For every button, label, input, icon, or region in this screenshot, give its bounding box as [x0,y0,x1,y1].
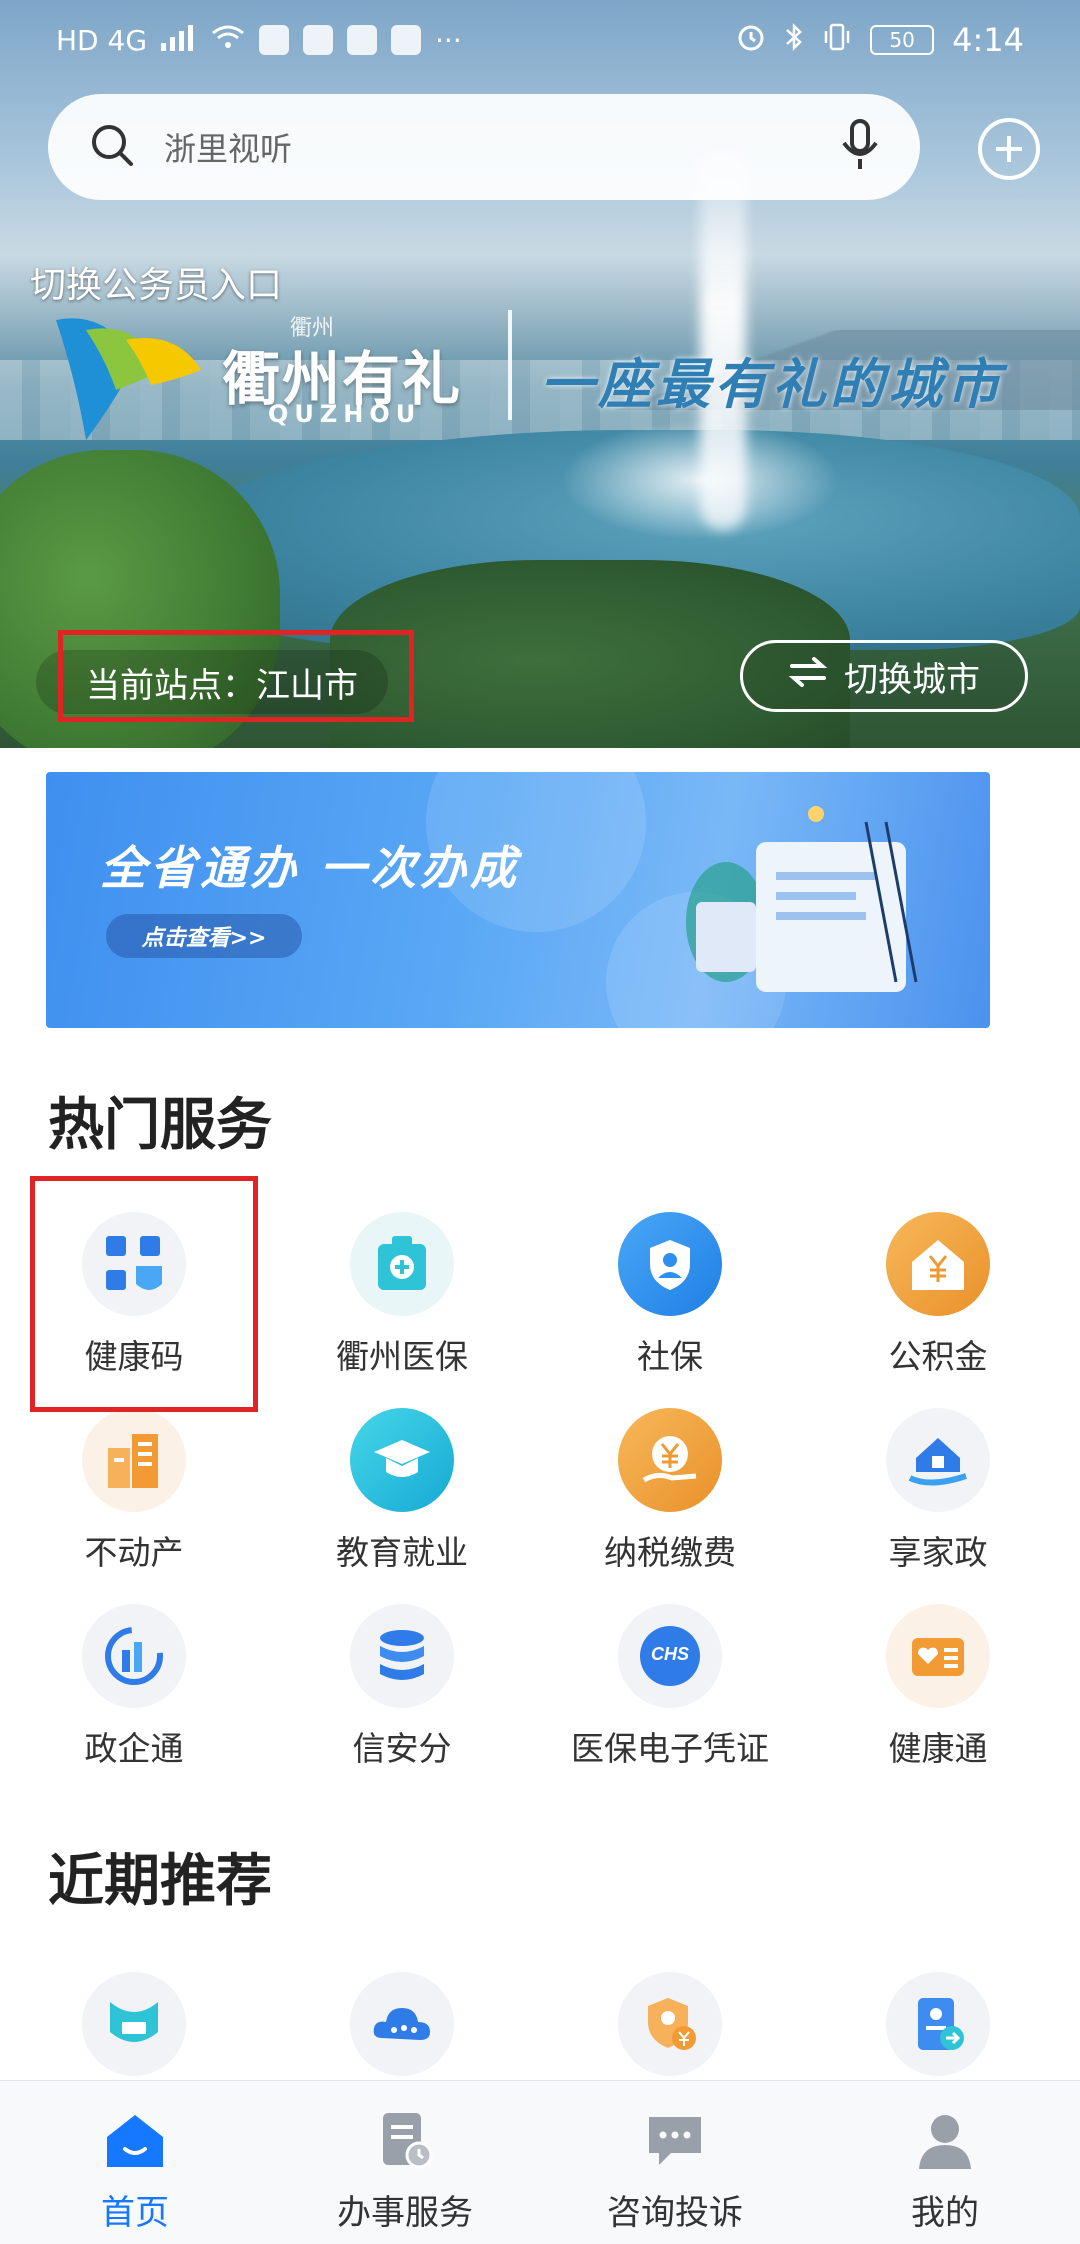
service-label: 不动产 [84,1533,184,1572]
service-tax-payment[interactable]: 纳税缴费 [550,1408,790,1574]
office-illustration-icon [666,802,966,1012]
service-social-security[interactable]: 社保 [550,1212,790,1378]
recommend-item[interactable] [818,1972,1058,2076]
tax-yuan-icon [618,1408,722,1512]
network-label: HD 4G [56,23,148,57]
service-credit-score[interactable]: 信安分 [282,1604,522,1770]
health-card-icon [886,1604,990,1708]
app-notification-icon [391,25,422,55]
service-label: 社保 [637,1337,703,1376]
app-notification-icon [303,25,334,55]
svg-text:CHS: CHS [651,1644,689,1664]
graduation-cap-icon [350,1408,454,1512]
status-bar: HD 4G ··· 50 4:14 [0,0,1080,80]
signal-icon [161,23,197,58]
add-icon[interactable] [978,118,1040,180]
shield-yuan-icon [618,1972,722,2076]
nav-home[interactable]: 首页 [0,2081,270,2244]
service-label: 信安分 [352,1729,452,1768]
annotation-box [58,630,414,722]
search-placeholder: 浙里视听 [164,130,293,168]
chat-icon [643,2109,707,2173]
logo-english-name: QUZHOU [268,400,422,428]
vibrate-icon [822,22,852,59]
promo-banner[interactable]: 全省通办 一次办成 点击查看>> [46,772,990,1028]
recommend-item[interactable] [14,1972,254,2076]
service-home-care[interactable]: 享家政 [818,1408,1058,1574]
banner-view-button[interactable]: 点击查看>> [106,914,302,958]
recommend-item[interactable] [282,1972,522,2076]
nav-consult[interactable]: 咨询投诉 [540,2081,810,2244]
service-education-employment[interactable]: 教育就业 [282,1408,522,1574]
more-notifications-icon: ··· [435,23,462,57]
switch-city-label: 切换城市 [844,659,980,700]
status-right: 50 4:14 [736,21,1024,59]
bottom-navigation: 首页 办事服务 咨询投诉 我的 [0,2080,1080,2244]
search-icon [88,121,136,173]
building-icon [82,1408,186,1512]
logo-divider [508,310,512,420]
service-gov-enterprise[interactable]: 政企通 [14,1604,254,1770]
nav-label: 首页 [101,2193,169,2233]
alarm-icon [736,22,766,59]
nav-label: 咨询投诉 [607,2193,743,2233]
bluetooth-icon [784,22,804,59]
service-label: 纳税缴费 [604,1533,736,1572]
recommend-item[interactable] [550,1972,790,2076]
status-left: HD 4G ··· [56,23,462,58]
service-quzhou-medical[interactable]: 衢州医保 [282,1212,522,1378]
service-label: 享家政 [888,1533,988,1572]
hot-services-title: 热门服务 [48,1093,272,1158]
search-bar[interactable]: 浙里视听 [48,94,920,200]
service-housing-fund[interactable]: 公积金 [818,1212,1058,1378]
nav-mine[interactable]: 我的 [810,2081,1080,2244]
service-real-estate[interactable]: 不动产 [14,1408,254,1574]
swap-arrows-icon [788,656,828,697]
service-label: 健康通 [888,1729,988,1768]
service-label: 教育就业 [336,1533,468,1572]
cloud-icon [350,1972,454,2076]
nav-services[interactable]: 办事服务 [270,2081,540,2244]
city-logo-icon [46,300,206,450]
microphone-icon[interactable] [840,119,880,175]
recommend-title: 近期推荐 [48,1849,272,1914]
service-label: 公积金 [888,1337,988,1376]
service-label: 政企通 [84,1729,184,1768]
chs-icon: CHS [618,1604,722,1708]
nav-label: 办事服务 [337,2193,473,2233]
medical-kit-icon [350,1212,454,1316]
user-icon [913,2109,977,2173]
home-icon [103,2109,167,2173]
service-medical-e-voucher[interactable]: CHS 医保电子凭证 [550,1604,790,1770]
document-clock-icon [373,2109,437,2173]
battery-icon: 50 [870,25,935,55]
wifi-icon [211,23,245,58]
shield-user-icon [618,1212,722,1316]
city-slogan: 一座最有礼的城市 [540,352,1004,416]
app-notification-icon [259,25,290,55]
banner-title: 全省通办 一次办成 [100,841,521,895]
hero-fountain-mist [560,420,840,540]
service-label: 衢州医保 [336,1337,468,1376]
enterprise-chart-icon [82,1604,186,1708]
annotation-box [30,1176,258,1412]
database-icon [350,1604,454,1708]
service-health-pass[interactable]: 健康通 [818,1604,1058,1770]
nav-label: 我的 [911,2193,979,2233]
switch-city-button[interactable]: 切换城市 [740,640,1028,712]
app-notification-icon [347,25,378,55]
id-card-arrow-icon [886,1972,990,2076]
leaf-icon [82,1972,186,2076]
service-label: 医保电子凭证 [571,1729,769,1768]
clock: 4:14 [952,21,1024,59]
house-yuan-icon [886,1212,990,1316]
home-hand-icon [886,1408,990,1512]
